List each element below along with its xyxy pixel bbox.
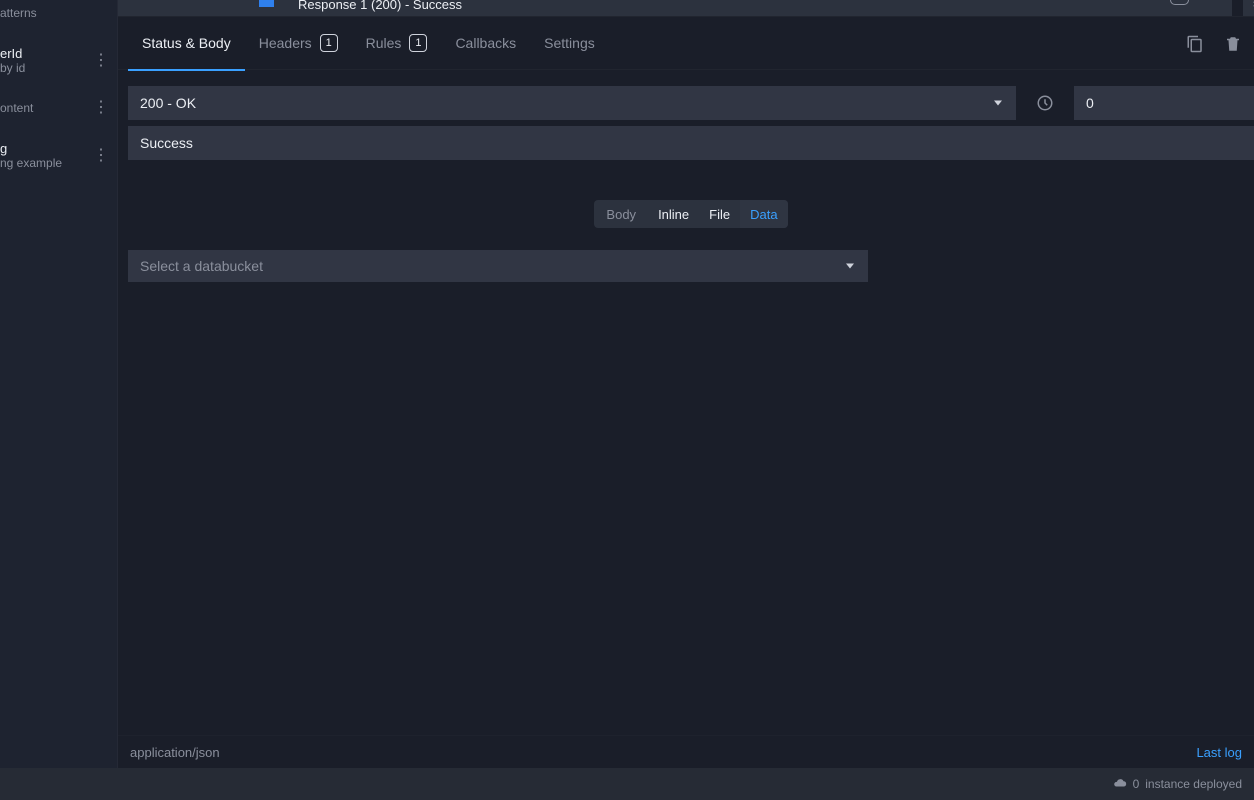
last-log-link[interactable]: Last log [1196,745,1242,760]
body-mode-row: Body Inline File Data [128,200,1254,228]
tab-label: Status & Body [142,35,231,51]
databucket-select[interactable]: Select a databucket [128,250,868,282]
delay-input[interactable]: 0 [1074,86,1254,120]
response-name-value: Success [140,135,193,151]
response-flag-icon[interactable] [259,0,274,7]
sidebar-item-content[interactable]: ontent ⋮ [0,95,117,121]
shuffle-icon[interactable] [1244,0,1254,7]
tab-callbacks[interactable]: Callbacks [441,16,530,70]
body-mode-inline[interactable]: Inline [648,200,699,228]
response-name-input[interactable]: Success [128,126,1254,160]
databucket-placeholder: Select a databucket [140,258,263,274]
sidebar-item-example[interactable]: g ng example ⋮ [0,135,117,176]
sidebar-item-subtitle: atterns [0,6,117,20]
chevron-down-icon [994,101,1002,106]
status-code-label: 200 - OK [140,95,196,111]
response-tabbar: Status & Body Headers 1 Rules 1 Callback… [118,16,1254,70]
status-code-select[interactable]: 200 - OK [128,86,1016,120]
body-mode-segmented: Body Inline File Data [594,200,787,228]
tab-status-body[interactable]: Status & Body [128,16,245,70]
body-mode-label: Body [594,200,648,228]
more-icon[interactable]: ⋮ [93,100,109,116]
deploy-count: 0 [1133,777,1140,791]
status-row: 200 - OK 0 [128,86,1254,120]
sidebar-item-patterns[interactable]: atterns [0,0,117,26]
more-icon[interactable]: ⋮ [93,148,109,164]
body-mode-file[interactable]: File [699,200,740,228]
sidebar-item-userid[interactable]: erId by id ⋮ [0,40,117,81]
delay-icon [1028,86,1062,120]
content-footer: application/json Last log [118,735,1254,768]
status-bar: 0 instance deployed [0,768,1254,800]
chevron-down-icon [846,264,854,269]
deploy-status[interactable]: 0 instance deployed [1113,776,1242,793]
body-mode-data[interactable]: Data [740,200,787,228]
deploy-text: instance deployed [1145,777,1242,791]
content-type-label: application/json [130,745,220,760]
response-title: Response 1 (200) - Success [298,0,462,12]
tab-headers[interactable]: Headers 1 [245,16,352,70]
tab-rules[interactable]: Rules 1 [352,16,442,70]
tab-settings[interactable]: Settings [530,16,609,70]
tab-label: Headers [259,35,312,51]
more-icon[interactable]: ⋮ [93,53,109,69]
tab-label: Callbacks [455,35,516,51]
cloud-icon [1113,776,1127,793]
response-menu-icon[interactable] [1170,0,1189,5]
sidebar: atterns erId by id ⋮ ontent ⋮ g ng examp… [0,0,118,768]
duplicate-icon[interactable] [1184,33,1206,55]
response-header-strip: Response 1 (200) - Success [118,0,1254,16]
tab-label: Rules [366,35,402,51]
tab-badge: 1 [409,34,427,52]
tab-badge: 1 [320,34,338,52]
delay-value: 0 [1086,95,1094,111]
delete-icon[interactable] [1222,33,1244,55]
tab-label: Settings [544,35,595,51]
